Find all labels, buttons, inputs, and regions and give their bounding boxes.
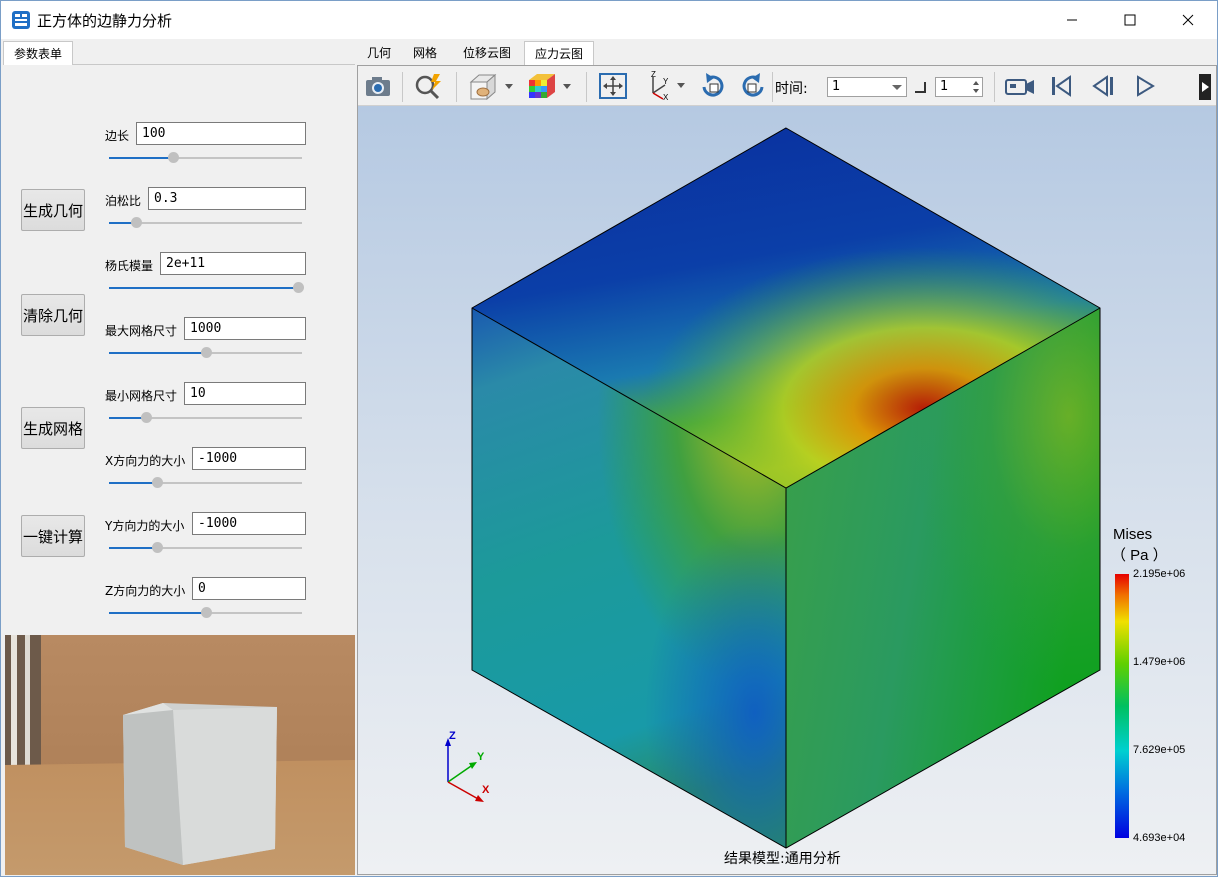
spin-down-icon[interactable]	[973, 89, 979, 93]
max-mesh-size-input[interactable]: 1000	[184, 317, 306, 340]
time-select[interactable]: 1	[827, 77, 907, 97]
model-caption: 结果模型:通用分析	[724, 851, 841, 867]
param-label: 最小网格尺寸	[105, 389, 178, 403]
camera-icon	[366, 77, 390, 96]
view-style-button[interactable]	[466, 70, 516, 102]
youngs-modulus-slider[interactable]	[109, 281, 305, 295]
y-force-slider[interactable]	[109, 541, 302, 555]
legend-tick: 1.479e+06	[1133, 656, 1186, 668]
zoom-query-icon	[415, 74, 441, 100]
triad-z-label: Z	[449, 730, 456, 742]
time-label: 时间:	[775, 81, 808, 97]
window-title: 正方体的边静力分析	[37, 12, 173, 30]
toolbar-overflow-button[interactable]	[1199, 74, 1211, 100]
legend-unit: （ Pa ）	[1111, 547, 1168, 564]
prev-frame-icon	[1092, 75, 1113, 97]
tab-stress[interactable]: 应力云图	[524, 41, 594, 65]
tab-displacement[interactable]: 位移云图	[453, 41, 523, 65]
z-force-input[interactable]: 0	[192, 577, 306, 600]
param-label: X方向力的大小	[105, 454, 186, 468]
result-panel: ZYX 时间: 1 1 Mises （ Pa ） 2.195e+06 1.479…	[357, 65, 1217, 875]
close-button[interactable]	[1159, 1, 1217, 39]
minimize-icon	[1067, 19, 1077, 21]
param-label: 杨氏模量	[105, 259, 154, 273]
specimen-photo	[5, 635, 355, 875]
svg-text:Y: Y	[663, 77, 669, 86]
fit-view-icon	[599, 73, 627, 99]
rotate-cw-icon	[702, 73, 724, 97]
edge-length-input[interactable]: 100	[136, 122, 306, 145]
record-video-icon	[1005, 79, 1034, 95]
play-icon	[1137, 75, 1155, 97]
rotate-ccw-button[interactable]	[736, 70, 770, 102]
y-force-input[interactable]: -1000	[192, 512, 306, 535]
poisson-ratio-slider[interactable]	[109, 216, 302, 230]
zoom-query-button[interactable]	[412, 70, 446, 102]
stress-viewport[interactable]: Mises （ Pa ） 2.195e+06 1.479e+06 7.629e+…	[358, 106, 1216, 874]
prev-frame-button[interactable]	[1086, 70, 1120, 102]
generate-mesh-button[interactable]: 生成网格	[21, 407, 85, 449]
generate-geometry-button[interactable]: 生成几何	[21, 189, 85, 231]
chevron-down-icon	[892, 85, 902, 90]
param-label: 泊松比	[105, 194, 142, 208]
view-style-icon	[469, 73, 513, 100]
maximize-icon	[1124, 14, 1136, 26]
first-frame-icon	[1052, 75, 1071, 97]
viewer-toolbar: ZYX 时间: 1 1	[358, 66, 1216, 106]
axis-triad	[445, 738, 484, 802]
spin-up-icon[interactable]	[973, 81, 979, 85]
one-click-compute-button[interactable]: 一键计算	[21, 515, 85, 557]
left-tab-bar: 参数表单	[3, 41, 355, 65]
svg-text:Z: Z	[651, 71, 656, 79]
result-tab-bar: 几何 网格 位移云图 应力云图	[357, 41, 1217, 65]
edge-length-slider[interactable]	[109, 151, 302, 165]
param-label: 最大网格尺寸	[105, 324, 178, 338]
chevron-right-icon	[1202, 82, 1209, 92]
rotate-ccw-icon	[742, 73, 764, 97]
legend-tick-min: 4.693e+04	[1133, 832, 1186, 844]
triad-y-label: Y	[477, 751, 485, 763]
param-label: Z方向力的大小	[105, 584, 186, 598]
poisson-ratio-input[interactable]: 0.3	[148, 187, 306, 210]
step-marker-icon	[915, 82, 926, 93]
x-force-input[interactable]: -1000	[192, 447, 306, 470]
axes-button[interactable]: ZYX	[638, 70, 688, 102]
legend-title: Mises	[1113, 526, 1153, 543]
first-frame-button[interactable]	[1044, 70, 1078, 102]
axes-icon: ZYX	[651, 71, 685, 101]
close-icon	[1182, 14, 1194, 26]
min-mesh-size-input[interactable]: 10	[184, 382, 306, 405]
app-window: 正方体的边静力分析 参数表单 生成几何 清除几何 生成网格 一键计算 边长 10…	[0, 0, 1218, 877]
parameter-panel: 生成几何 清除几何 生成网格 一键计算 边长 100 泊松比 0.3 杨氏模量 …	[5, 65, 355, 635]
app-cube-icon	[12, 11, 30, 29]
tab-mesh[interactable]: 网格	[403, 41, 447, 65]
youngs-modulus-input[interactable]: 2e+11	[160, 252, 306, 275]
tab-params[interactable]: 参数表单	[3, 41, 73, 65]
x-force-slider[interactable]	[109, 476, 302, 490]
minimize-button[interactable]	[1043, 1, 1101, 39]
min-mesh-size-slider[interactable]	[109, 411, 302, 425]
legend-tick: 7.629e+05	[1133, 744, 1186, 756]
triad-x-label: X	[482, 784, 490, 796]
play-button[interactable]	[1128, 70, 1162, 102]
max-mesh-size-slider[interactable]	[109, 346, 302, 360]
color-map-button[interactable]	[524, 70, 574, 102]
svg-text:X: X	[663, 93, 669, 101]
record-video-button[interactable]	[1002, 70, 1038, 102]
stress-cube-render	[445, 127, 1129, 849]
legend-color-bar	[1115, 574, 1129, 838]
legend-tick-max: 2.195e+06	[1133, 568, 1186, 580]
rotate-cw-button[interactable]	[696, 70, 730, 102]
param-label: Y方向力的大小	[105, 519, 185, 533]
clear-geometry-button[interactable]: 清除几何	[21, 294, 85, 336]
param-label: 边长	[105, 129, 130, 143]
tab-geometry[interactable]: 几何	[357, 41, 401, 65]
z-force-slider[interactable]	[109, 606, 302, 620]
maximize-button[interactable]	[1101, 1, 1159, 39]
fit-view-button[interactable]	[596, 70, 630, 102]
color-map-icon	[529, 74, 571, 98]
camera-button[interactable]	[362, 70, 394, 102]
title-bar: 正方体的边静力分析	[1, 1, 1217, 39]
step-spinbox[interactable]: 1	[935, 77, 983, 97]
